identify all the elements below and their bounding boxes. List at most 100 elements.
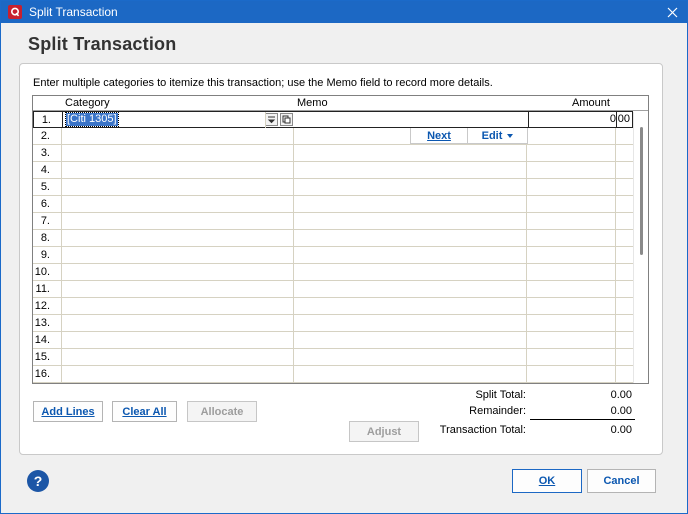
column-divider bbox=[615, 366, 616, 382]
table-row[interactable]: 4. bbox=[33, 162, 633, 179]
column-divider bbox=[293, 281, 294, 297]
table-row[interactable]: 9. bbox=[33, 247, 633, 264]
table-row[interactable]: 10. bbox=[33, 264, 633, 281]
amount-field[interactable]: 0 00 bbox=[528, 112, 632, 127]
column-header-amount[interactable]: Amount bbox=[572, 97, 610, 109]
column-divider bbox=[293, 128, 294, 144]
column-divider bbox=[526, 247, 527, 263]
transaction-total-value: 0.00 bbox=[610, 424, 632, 436]
table-row[interactable]: 14. bbox=[33, 332, 633, 349]
category-value[interactable]: [Citi 1305] bbox=[65, 112, 119, 127]
row-number: 10. bbox=[33, 264, 62, 280]
column-divider bbox=[526, 162, 527, 178]
column-divider bbox=[526, 315, 527, 331]
column-divider bbox=[293, 145, 294, 161]
transaction-total-line: Transaction Total: 0.00 bbox=[420, 424, 635, 438]
details-icon[interactable] bbox=[280, 113, 293, 126]
page-title: Split Transaction bbox=[28, 34, 177, 54]
table-row[interactable]: 11. bbox=[33, 281, 633, 298]
row-number: 2. bbox=[33, 128, 62, 144]
column-divider bbox=[293, 162, 294, 178]
add-lines-label: Add Lines bbox=[41, 405, 95, 418]
table-row[interactable]: 6. bbox=[33, 196, 633, 213]
column-divider bbox=[615, 179, 616, 195]
add-lines-button[interactable]: Add Lines bbox=[33, 401, 103, 422]
table-row[interactable]: 13. bbox=[33, 315, 633, 332]
column-header-category[interactable]: Category bbox=[65, 97, 110, 109]
column-divider bbox=[615, 332, 616, 348]
row-number: 1. bbox=[34, 112, 63, 128]
column-divider bbox=[293, 366, 294, 382]
edit-menu-button[interactable]: Edit bbox=[468, 128, 528, 144]
column-divider bbox=[615, 213, 616, 229]
split-grid: Category Memo Amount 1. [Citi 1305] 0 00… bbox=[32, 95, 649, 384]
row-number: 7. bbox=[33, 213, 62, 229]
column-divider bbox=[293, 230, 294, 246]
chevron-down-icon bbox=[507, 133, 514, 138]
column-divider bbox=[293, 247, 294, 263]
help-icon[interactable]: ? bbox=[27, 470, 49, 492]
dropdown-list-icon[interactable] bbox=[265, 113, 278, 126]
window-title: Split Transaction bbox=[29, 5, 118, 19]
scrollbar-thumb[interactable] bbox=[640, 127, 643, 255]
row-number: 12. bbox=[33, 298, 62, 314]
column-divider bbox=[293, 179, 294, 195]
table-row[interactable]: 12. bbox=[33, 298, 633, 315]
column-divider bbox=[293, 213, 294, 229]
split-total-value: 0.00 bbox=[610, 389, 632, 401]
row-number: 9. bbox=[33, 247, 62, 263]
row-number: 16. bbox=[33, 366, 62, 382]
ok-button[interactable]: OK bbox=[512, 469, 582, 493]
row-number: 15. bbox=[33, 349, 62, 365]
close-icon[interactable] bbox=[663, 3, 681, 21]
column-divider bbox=[615, 281, 616, 297]
table-row[interactable]: 3. bbox=[33, 145, 633, 162]
vertical-scrollbar[interactable] bbox=[633, 112, 648, 383]
ok-label: OK bbox=[538, 475, 556, 487]
next-button[interactable]: Next bbox=[410, 128, 468, 144]
clear-all-label: Clear All bbox=[122, 405, 167, 418]
column-divider bbox=[615, 247, 616, 263]
adjust-label: Adjust bbox=[366, 425, 402, 438]
category-field[interactable]: [Citi 1305] bbox=[65, 112, 293, 127]
column-divider bbox=[293, 315, 294, 331]
split-panel: Enter multiple categories to itemize thi… bbox=[19, 63, 663, 455]
grid-header: Category Memo Amount bbox=[33, 96, 648, 111]
table-row[interactable]: 5. bbox=[33, 179, 633, 196]
column-divider bbox=[526, 349, 527, 365]
edit-label: Edit bbox=[481, 129, 503, 142]
column-divider bbox=[293, 298, 294, 314]
remainder-value: 0.00 bbox=[610, 405, 632, 417]
quicken-q-icon bbox=[8, 5, 22, 19]
column-divider bbox=[293, 264, 294, 280]
table-row[interactable]: 16. bbox=[33, 366, 633, 383]
column-divider bbox=[615, 162, 616, 178]
table-row[interactable]: 15. bbox=[33, 349, 633, 366]
table-row[interactable]: 1. [Citi 1305] 0 00 bbox=[33, 111, 633, 128]
column-divider bbox=[526, 281, 527, 297]
title-bar[interactable]: Split Transaction bbox=[1, 1, 687, 23]
remainder-label: Remainder: bbox=[469, 405, 526, 417]
help-label: ? bbox=[33, 473, 43, 489]
table-row[interactable]: 8. bbox=[33, 230, 633, 247]
split-transaction-window: Split Transaction Split Transaction Ente… bbox=[0, 0, 688, 514]
column-divider bbox=[615, 349, 616, 365]
clear-all-button[interactable]: Clear All bbox=[112, 401, 177, 422]
row-number: 6. bbox=[33, 196, 62, 212]
column-divider bbox=[615, 298, 616, 314]
column-header-memo[interactable]: Memo bbox=[297, 97, 328, 109]
column-divider bbox=[526, 213, 527, 229]
cancel-button[interactable]: Cancel bbox=[587, 469, 656, 493]
table-row[interactable]: 7. bbox=[33, 213, 633, 230]
remainder-line: Remainder: 0.00 bbox=[420, 405, 635, 420]
row-number: 14. bbox=[33, 332, 62, 348]
allocate-button[interactable]: Allocate bbox=[187, 401, 257, 422]
allocate-label: Allocate bbox=[200, 405, 244, 418]
adjust-button[interactable]: Adjust bbox=[349, 421, 419, 442]
column-divider bbox=[265, 112, 266, 128]
table-row[interactable]: 2. Next Edit bbox=[33, 128, 633, 145]
split-total-line: Split Total: 0.00 bbox=[420, 389, 635, 403]
column-divider bbox=[526, 298, 527, 314]
amount-cents: 00 bbox=[617, 113, 630, 125]
column-divider bbox=[615, 264, 616, 280]
